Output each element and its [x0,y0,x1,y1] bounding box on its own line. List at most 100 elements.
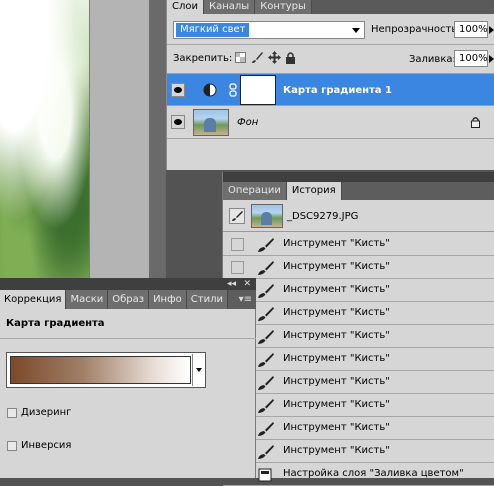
history-item[interactable]: Инструмент "Кисть" [223,348,494,371]
tab-channels[interactable]: Каналы [204,0,256,14]
history-item[interactable]: Инструмент "Кисть" [223,371,494,394]
lock-icon [471,117,480,128]
blend-mode-value: Мягкий свет [176,23,250,37]
history-item-label: Инструмент "Кисть" [283,261,390,272]
tab-history[interactable]: История [286,182,342,200]
thumbnail-figure [204,118,216,132]
gradient-picker[interactable] [6,352,206,388]
invert-label: Инверсия [21,440,72,451]
dithering-checkbox[interactable] [7,408,17,418]
canvas-scroll-area [149,0,166,280]
lock-image-brush-icon[interactable] [251,51,264,64]
lock-transparency-icon[interactable] [235,52,246,63]
divider [167,44,494,45]
tab-layers[interactable]: Слои [167,0,204,14]
opacity-label: Непрозрачность: [371,24,461,35]
eye-visibility-icon[interactable] [171,115,185,129]
history-item-label: Инструмент "Кисть" [283,353,390,364]
adjustment-title: Карта градиента [6,318,105,329]
divider [0,338,256,339]
layer-name[interactable]: Карта градиента 1 [283,85,392,96]
tab-styles[interactable]: Стили [186,290,228,309]
history-item[interactable]: Инструмент "Кисть" [223,325,494,348]
layer-name[interactable]: Фон [237,117,258,128]
history-item-label: Инструмент "Кисть" [283,376,390,387]
blend-mode-select[interactable]: Мягкий свет [173,21,365,39]
panel-header-bar [223,172,494,182]
history-item[interactable]: Инструмент "Кисть" [223,233,494,256]
brush-icon [258,399,274,413]
eye-visibility-icon[interactable] [171,83,185,97]
opacity-slider-arrow-icon[interactable] [489,26,494,34]
history-source-checkbox[interactable] [231,261,244,274]
layer-row-background[interactable]: Фон [167,106,494,139]
canvas-pasteboard [89,0,149,280]
chain-link-icon[interactable] [229,83,237,97]
history-panel: Операции История _DSC9279.JPG Инструмент… [222,172,494,486]
collapse-icon[interactable]: ◂◂ [227,278,236,290]
history-item[interactable]: Настройка слоя "Заливка цветом" [223,463,494,486]
close-icon[interactable]: ✕ [243,278,251,290]
fill-input[interactable]: 100% [454,50,488,67]
thumbnail-figure [261,212,272,225]
gradient-dropdown[interactable] [192,354,204,386]
fill-slider-arrow-icon[interactable] [489,55,494,63]
dithering-label: Дизеринг [21,407,72,418]
snapshot-thumbnail [251,204,283,228]
history-item-label: Инструмент "Кисть" [283,238,390,249]
history-item-label: Инструмент "Кисть" [283,330,390,341]
chevron-down-icon [352,28,360,33]
brush-icon [258,330,274,344]
panel-header-bar: ◂◂ ✕ [0,278,256,290]
history-brush-source-icon[interactable] [229,208,245,224]
history-item[interactable]: Инструмент "Кисть" [223,302,494,325]
history-snapshot[interactable]: _DSC9279.JPG [223,200,494,232]
tab-info[interactable]: Инфо [149,290,187,309]
brush-icon [258,445,274,459]
layer-row-gradient-map[interactable]: Карта градиента 1 [167,73,494,106]
brush-icon [258,261,274,275]
history-item-label: Инструмент "Кисть" [283,399,390,410]
adjustments-panel-tabs: Коррекция Маски Образ Инфо Стили ▾≡ [0,290,256,309]
history-source-checkbox[interactable] [231,238,244,251]
document-canvas[interactable] [0,0,92,278]
history-item-label: Инструмент "Кисть" [283,307,390,318]
tab-masks[interactable]: Маски [66,290,109,309]
brush-icon [258,284,274,298]
brush-icon [258,307,274,321]
panel-menu-icon[interactable]: ▾≡ [239,290,252,309]
tab-paths[interactable]: Контуры [255,0,312,14]
lock-label: Закрепить: [173,53,233,64]
lock-position-move-icon[interactable] [268,51,281,64]
history-panel-tabs: Операции История [223,182,494,200]
layer-thumbnail [193,109,229,136]
brush-icon [258,238,274,252]
history-item-label: Инструмент "Кисть" [283,284,390,295]
tab-actions[interactable]: Операции [223,182,287,200]
history-item[interactable]: Инструмент "Кисть" [223,256,494,279]
history-item-label: Инструмент "Кисть" [283,445,390,456]
brush-icon [258,422,274,436]
adjustment-layer-icon [258,468,272,482]
layer-mask-thumbnail[interactable] [240,75,276,105]
adjustment-layer-icon [203,83,217,97]
gradient-preview[interactable] [10,356,191,384]
layers-panel-tabs: Слои Каналы Контуры [167,0,494,14]
chevron-down-icon [196,368,202,372]
tab-samples[interactable]: Образ [108,290,150,309]
history-item[interactable]: Инструмент "Кисть" [223,279,494,302]
snapshot-name: _DSC9279.JPG [287,211,359,222]
history-item[interactable]: Инструмент "Кисть" [223,394,494,417]
tab-adjustments[interactable]: Коррекция [0,290,67,309]
opacity-input[interactable]: 100% [454,21,488,38]
history-item-label: Инструмент "Кисть" [283,422,390,433]
layers-panel: Слои Каналы Контуры Мягкий свет Непрозра… [166,0,494,170]
history-item-label: Настройка слоя "Заливка цветом" [283,468,464,479]
history-item[interactable]: Инструмент "Кисть" [223,417,494,440]
fill-label: Заливка: [409,54,456,65]
invert-checkbox[interactable] [7,441,17,451]
brush-icon [258,353,274,367]
lock-all-icon[interactable] [285,51,296,64]
history-item[interactable]: Инструмент "Кисть" [223,440,494,463]
adjustments-panel: ◂◂ ✕ Коррекция Маски Образ Инфо Стили ▾≡… [0,278,256,478]
